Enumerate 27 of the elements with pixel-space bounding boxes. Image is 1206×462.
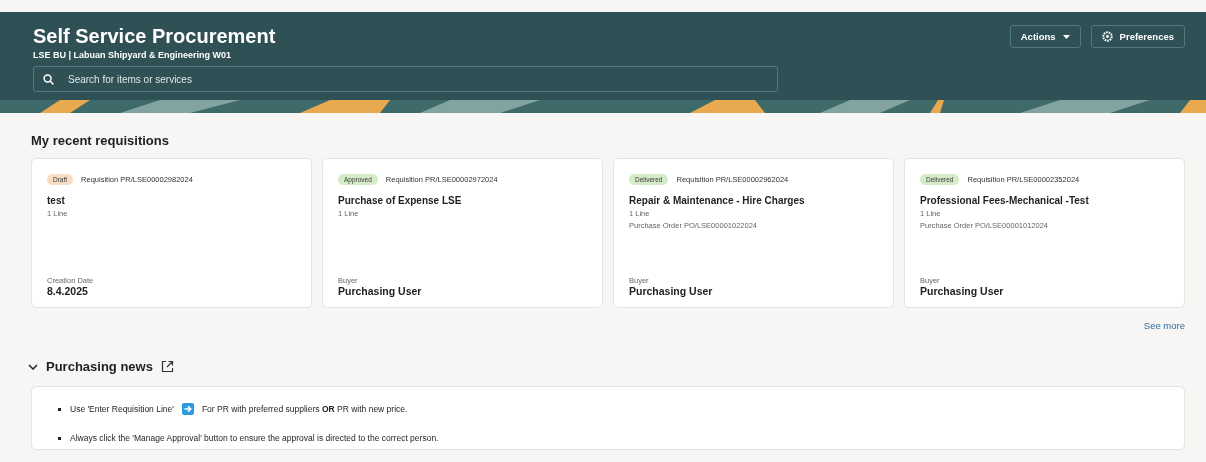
requisition-name: test	[47, 195, 66, 206]
actions-button[interactable]: Actions	[1009, 25, 1081, 48]
search-icon	[43, 74, 54, 85]
detail-value: Purchasing User	[920, 285, 1005, 297]
collapse-toggle[interactable]	[28, 363, 38, 370]
bullet-icon	[58, 436, 61, 440]
news-text: Always click the 'Manage Approval' button to ensure the approval is directed to the correct person.	[70, 433, 439, 443]
right-arrow-icon	[181, 403, 194, 415]
detail-value: Purchasing User	[338, 285, 423, 297]
detail-value: Purchasing User	[629, 285, 714, 297]
news-text: For PR with preferred suppliers OR PR with new price.	[201, 404, 408, 414]
business-unit-label: LSE BU | Labuan Shipyard & Engineering W01	[33, 50, 233, 60]
see-more-link[interactable]: See more	[1143, 320, 1185, 331]
preferences-button[interactable]: Preferences	[1090, 25, 1185, 48]
detail-value: 8.4.2025	[47, 285, 89, 297]
requisition-name: Repair & Maintenance - Hire Charges	[629, 195, 806, 206]
search-field[interactable]: Search for items or services	[33, 66, 778, 92]
page-title: Self Service Procurement	[33, 24, 276, 48]
section-title: My recent requisitions	[31, 133, 170, 148]
news-text: Use 'Enter Requisition Line'	[70, 404, 174, 414]
external-link-icon[interactable]	[160, 360, 174, 373]
caret-icon	[1062, 34, 1070, 39]
settings-icon	[1101, 31, 1113, 42]
requisition-name: Professional Fees-Mechanical -Test	[920, 195, 1090, 206]
requisition-name: Purchase of Expense LSE	[338, 195, 463, 206]
section-title: Purchasing news	[46, 359, 153, 374]
bullet-icon	[58, 407, 61, 411]
